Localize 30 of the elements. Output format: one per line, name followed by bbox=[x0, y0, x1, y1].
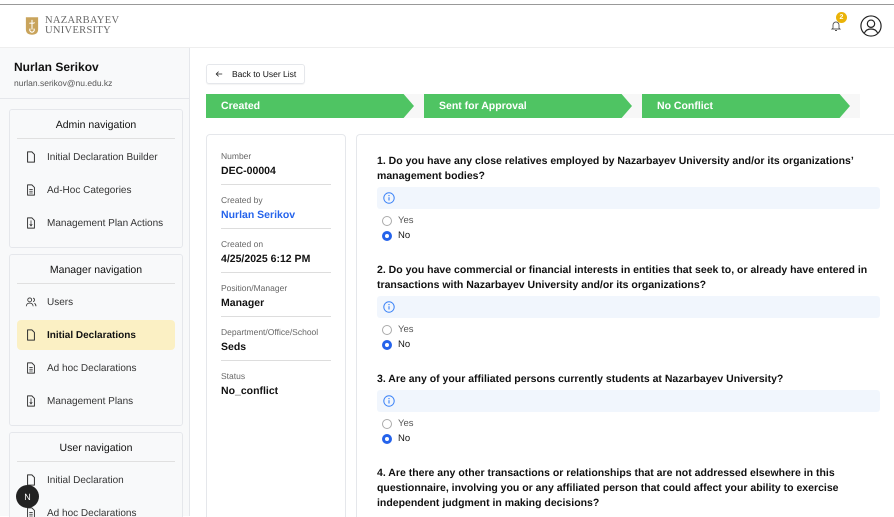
detail-value: Seds bbox=[221, 341, 248, 353]
progress-step: No Conflict bbox=[642, 94, 850, 118]
option-label: Yes bbox=[398, 418, 414, 429]
option-label: Yes bbox=[398, 215, 414, 226]
university-name: NAZARBAYEV UNIVERSITY bbox=[45, 16, 120, 36]
detail-label: Department/Office/School bbox=[221, 327, 320, 337]
question-text: 2. Do you have commercial or financial interests in entities that seek to, or already have entered in transactions with Nazarbayev University and/or its organizations? bbox=[377, 263, 868, 293]
option-label: Yes bbox=[398, 324, 414, 335]
detail-label: Created on bbox=[221, 239, 264, 249]
progress-step: Sent for Approval bbox=[424, 94, 632, 118]
detail-value: DEC-00004 bbox=[221, 165, 277, 177]
detail-label: Status bbox=[221, 371, 246, 381]
detail-label: Number bbox=[221, 151, 252, 161]
detail-value: Manager bbox=[221, 297, 266, 309]
detail-label: Created by bbox=[221, 195, 264, 205]
option-label: No bbox=[398, 339, 410, 350]
detail-label: Position/Manager bbox=[221, 283, 288, 293]
user-name: Nurlan Serikov bbox=[14, 60, 100, 74]
question-text: 1. Do you have any close relatives employed by Nazarbayev University and/or its organizations’ management bodies? bbox=[377, 154, 854, 184]
option-label: No bbox=[398, 433, 410, 444]
question-text: 4. Are there any other transactions or relationships that are not addressed elsewhere in this questionnaire, involving you or any affiliated person that could affect your ability to exercise independent judgment in making decisions? bbox=[377, 466, 840, 511]
user-email: nurlan.serikov@nu.edu.kz bbox=[14, 78, 114, 88]
detail-value: No_conflict bbox=[221, 385, 280, 397]
section-title: Manager navigation bbox=[17, 255, 175, 284]
section-title: User navigation bbox=[17, 433, 175, 462]
progress-step: Created bbox=[206, 94, 414, 118]
section-title: Admin navigation bbox=[17, 110, 175, 139]
question-text: 3. Are any of your affiliated persons currently students at Nazarbayev University? bbox=[377, 372, 784, 387]
option-label: No bbox=[398, 230, 410, 241]
detail-value: 4/25/2025 6:12 PM bbox=[221, 253, 312, 265]
